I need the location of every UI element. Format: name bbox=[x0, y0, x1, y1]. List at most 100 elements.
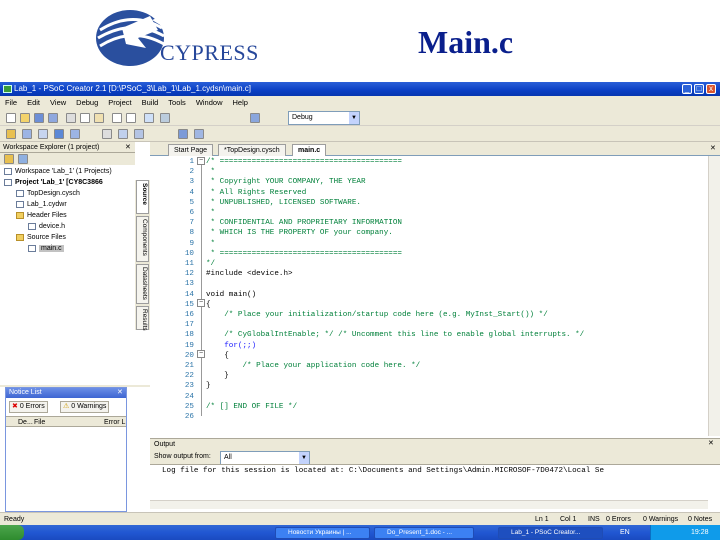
tab-topdesign[interactable]: *TopDesign.cysch bbox=[218, 144, 286, 156]
menu-help[interactable]: Help bbox=[228, 96, 253, 110]
program-icon[interactable] bbox=[250, 113, 260, 123]
tree-item-cydwr[interactable]: Lab_1.cydwr bbox=[16, 200, 67, 210]
tab-source[interactable]: Source bbox=[136, 180, 149, 214]
toolbar-icon-2[interactable] bbox=[22, 129, 32, 139]
line-number: 19 bbox=[184, 341, 194, 350]
fold-toggle-icon[interactable]: − bbox=[197, 350, 205, 358]
tree-label: main.c bbox=[39, 245, 64, 252]
code-line: { bbox=[206, 351, 229, 360]
close-icon[interactable]: ✕ bbox=[125, 143, 131, 151]
output-scrollbar[interactable] bbox=[150, 500, 708, 509]
toolbar-icon-3[interactable] bbox=[38, 129, 48, 139]
tab-datasheets[interactable]: Datasheets bbox=[136, 264, 149, 304]
editor-scrollbar[interactable] bbox=[708, 156, 720, 436]
line-number: 5 bbox=[189, 198, 194, 207]
redo-icon[interactable] bbox=[126, 113, 136, 123]
warnings-filter-button[interactable]: ⚠ 0 Warnings bbox=[60, 401, 110, 413]
close-icon[interactable]: ✕ bbox=[708, 439, 714, 447]
code-line: */ bbox=[206, 260, 216, 268]
open-folder-icon[interactable] bbox=[20, 113, 30, 123]
fold-toggle-icon[interactable]: − bbox=[197, 299, 205, 307]
code-line: void main() bbox=[206, 290, 257, 299]
menu-view[interactable]: View bbox=[45, 96, 71, 110]
save-icon[interactable] bbox=[34, 113, 44, 123]
toolbar-icon-6[interactable] bbox=[102, 129, 112, 139]
minimize-button[interactable]: _ bbox=[682, 84, 692, 94]
line-number: 6 bbox=[189, 209, 194, 217]
build-icon[interactable] bbox=[160, 113, 170, 123]
schematic-file-icon bbox=[16, 189, 24, 197]
tab-results[interactable]: Results bbox=[136, 306, 149, 331]
column-error-line[interactable]: Error L bbox=[104, 417, 125, 428]
tab-label: Datasheets bbox=[141, 267, 148, 300]
tree-item-workspace[interactable]: Workspace 'Lab_1' (1 Projects) bbox=[4, 167, 112, 177]
tree-item-project[interactable]: Project 'Lab_1' [CY8C3866 bbox=[4, 178, 103, 188]
column-description[interactable]: De... bbox=[18, 417, 33, 428]
new-file-icon[interactable] bbox=[6, 113, 16, 123]
save-all-icon[interactable] bbox=[48, 113, 58, 123]
line-number: 22 bbox=[184, 372, 194, 381]
menu-file[interactable]: File bbox=[0, 96, 22, 110]
toolbar-icon-9[interactable] bbox=[178, 129, 188, 139]
output-toolbar: Show output from: All ▼ bbox=[150, 450, 720, 465]
fold-toggle-icon[interactable]: − bbox=[197, 157, 205, 165]
menu-build[interactable]: Build bbox=[137, 96, 164, 110]
code-line: #include <device.h> bbox=[206, 270, 293, 279]
undo-icon[interactable] bbox=[112, 113, 122, 123]
tab-components[interactable]: Components bbox=[136, 216, 149, 262]
close-icon[interactable]: ✕ bbox=[710, 144, 716, 152]
workspace-tool-icon-2[interactable] bbox=[18, 154, 28, 164]
errors-filter-button[interactable]: ✖ 0 Errors bbox=[9, 401, 48, 413]
chevron-down-icon: ▼ bbox=[349, 112, 359, 124]
resource-file-icon bbox=[16, 200, 24, 208]
tab-label: Results bbox=[141, 309, 148, 331]
toolbar-icon-5[interactable] bbox=[70, 129, 80, 139]
close-icon[interactable]: ✕ bbox=[117, 388, 123, 396]
toolbar-icon-7[interactable] bbox=[118, 129, 128, 139]
tree-item-main-c[interactable]: main.c bbox=[28, 244, 64, 254]
tree-label: Project 'Lab_1' [CY8C3866 bbox=[15, 179, 103, 186]
build-config-select[interactable]: Debug ▼ bbox=[288, 111, 360, 125]
copy-icon[interactable] bbox=[80, 113, 90, 123]
tree-item-device-h[interactable]: device.h bbox=[28, 222, 65, 232]
find-icon[interactable] bbox=[144, 113, 154, 123]
toolbar-icon-4[interactable] bbox=[54, 129, 64, 139]
taskbar-item-news[interactable]: Новости Украины | ... bbox=[275, 527, 370, 539]
close-button[interactable]: x bbox=[706, 84, 716, 94]
line-number: 24 bbox=[184, 392, 194, 401]
tab-label: Source bbox=[141, 183, 148, 206]
output-source-select[interactable]: All ▼ bbox=[220, 451, 310, 465]
workspace-tree: Workspace 'Lab_1' (1 Projects) Project '… bbox=[0, 165, 135, 385]
toolbar-icon-10[interactable] bbox=[194, 129, 204, 139]
tab-start-page[interactable]: Start Page bbox=[168, 144, 214, 156]
tree-item-topdesign[interactable]: TopDesign.cysch bbox=[16, 189, 80, 199]
taskbar-item-psoc[interactable]: Lab_1 - PSoC Creator... bbox=[498, 527, 603, 539]
warning-icon: ⚠ bbox=[63, 403, 70, 410]
warnings-label: 0 Warnings bbox=[71, 403, 107, 410]
cut-icon[interactable] bbox=[66, 113, 76, 123]
menu-edit[interactable]: Edit bbox=[22, 96, 45, 110]
menu-project[interactable]: Project bbox=[103, 96, 136, 110]
tree-item-source-files[interactable]: Source Files bbox=[16, 233, 66, 243]
code-line: * Copyright YOUR COMPANY, THE YEAR bbox=[206, 178, 366, 187]
paste-icon[interactable] bbox=[94, 113, 104, 123]
toolbar-icon-1[interactable] bbox=[6, 129, 16, 139]
code-line: } bbox=[206, 382, 211, 391]
tree-label: Workspace 'Lab_1' (1 Projects) bbox=[15, 168, 112, 175]
taskbar-item-doc[interactable]: Do_Present_1.doc - ... bbox=[374, 527, 474, 539]
toolbar-icon-8[interactable] bbox=[134, 129, 144, 139]
line-number: 9 bbox=[189, 239, 194, 248]
tree-label: Source Files bbox=[27, 234, 66, 241]
menu-window[interactable]: Window bbox=[191, 96, 228, 110]
start-button[interactable] bbox=[0, 525, 24, 540]
folder-icon bbox=[16, 211, 24, 219]
column-file[interactable]: File bbox=[34, 417, 45, 428]
language-indicator[interactable]: EN bbox=[620, 527, 630, 539]
menu-tools[interactable]: Tools bbox=[163, 96, 191, 110]
workspace-tool-icon-1[interactable] bbox=[4, 154, 14, 164]
menu-debug[interactable]: Debug bbox=[71, 96, 103, 110]
maximize-button[interactable]: □ bbox=[694, 84, 704, 94]
line-number: 8 bbox=[189, 229, 194, 238]
output-log-line: Log file for this session is located at:… bbox=[162, 467, 605, 475]
tree-item-header-files[interactable]: Header Files bbox=[16, 211, 67, 221]
